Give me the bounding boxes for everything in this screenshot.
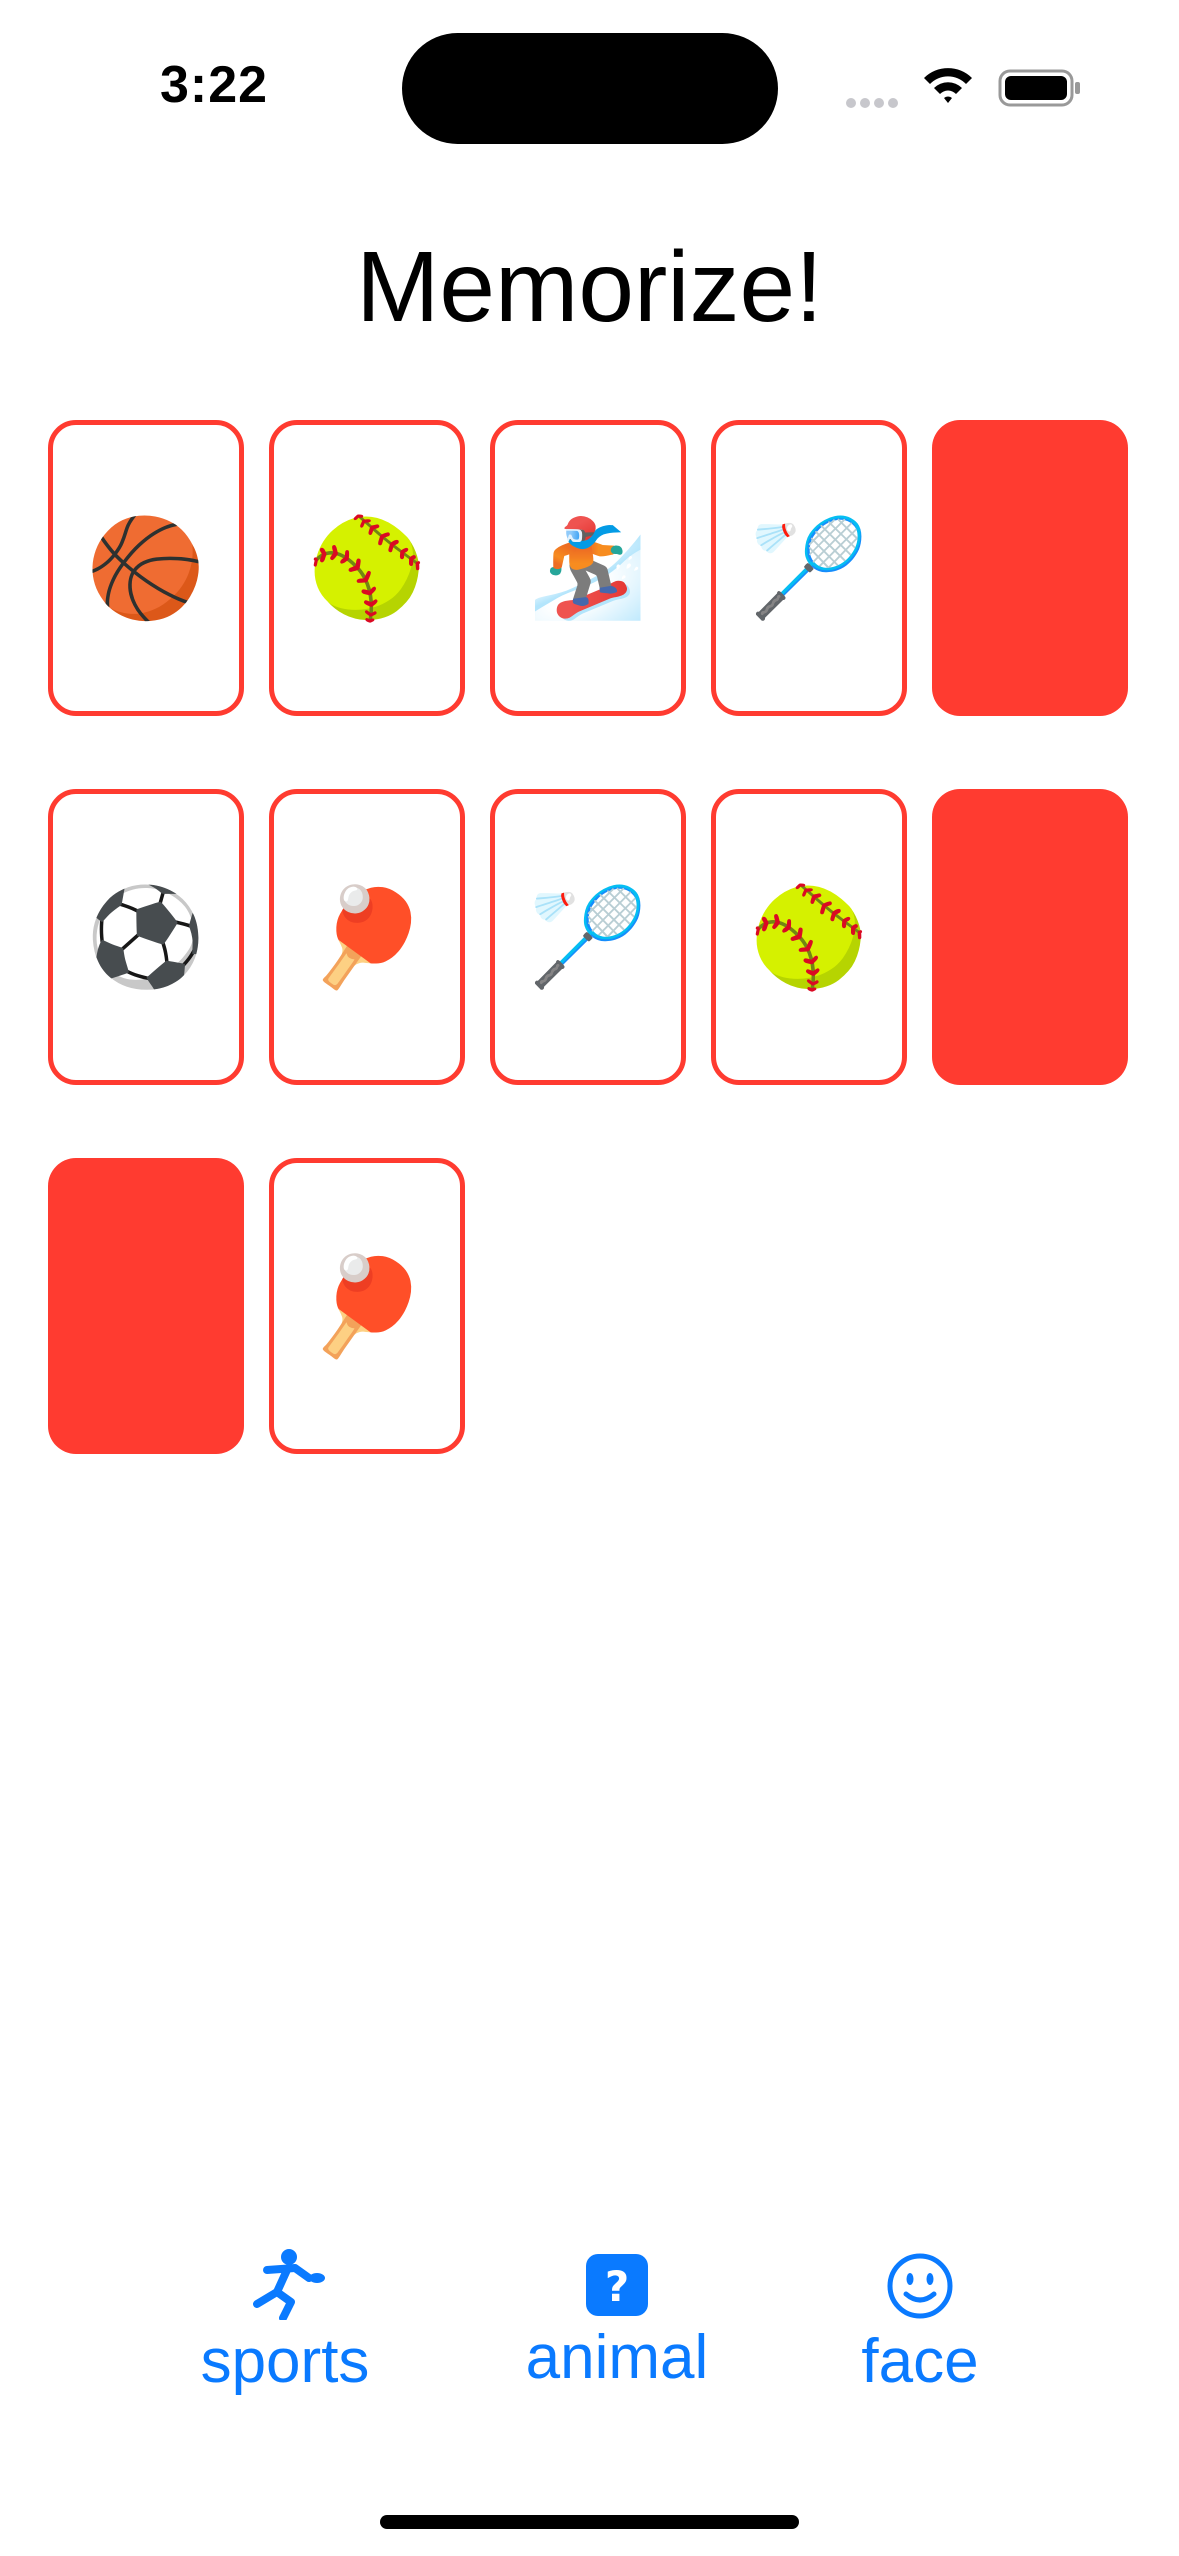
card[interactable]: 🏂 [490,420,686,716]
cellular-signal-icon [846,93,902,112]
sports-theme-label: sports [200,2327,370,2396]
svg-text:?: ? [605,2262,629,2311]
card[interactable]: 🏀 [48,420,244,716]
card-emoji: 🥎 [749,881,869,993]
face-theme-label: face [861,2327,979,2396]
card[interactable] [932,420,1128,716]
card[interactable] [932,789,1128,1085]
card-emoji: 🏓 [307,881,427,993]
card-emoji: 🥎 [307,512,427,624]
wifi-icon [924,68,972,103]
status-time: 3:22 [160,56,269,114]
card[interactable]: 🏸 [490,789,686,1085]
card[interactable] [48,1158,244,1454]
card-emoji: 🏀 [86,512,206,624]
card-emoji: ⚽ [86,881,206,993]
card-emoji: 🏓 [307,1250,427,1362]
card[interactable]: 🏓 [269,789,465,1085]
sports-theme-button[interactable]: sports [155,2240,415,2440]
animal-theme-label: animal [525,2323,709,2392]
card-emoji: 🏸 [528,881,648,993]
card[interactable]: ⚽ [48,789,244,1085]
card-emoji: 🏂 [528,512,648,624]
card[interactable]: 🥎 [269,420,465,716]
home-indicator[interactable] [380,2515,799,2529]
animal-theme-button[interactable]: ? animal [487,2236,747,2436]
figure-kickball-icon [253,2249,325,2320]
status-bar: 3:22 [0,0,1179,150]
card-emoji: 🏸 [749,512,869,624]
dynamic-island [402,33,778,144]
page-title: Memorize! [356,231,823,343]
face-theme-button[interactable]: face [790,2240,1050,2440]
card[interactable]: 🥎 [711,789,907,1085]
card[interactable]: 🏸 [711,420,907,716]
card[interactable]: 🏓 [269,1158,465,1454]
questionmark-square-icon: ? [586,2254,648,2316]
battery-icon [998,69,1080,107]
smiley-icon [887,2253,953,2319]
